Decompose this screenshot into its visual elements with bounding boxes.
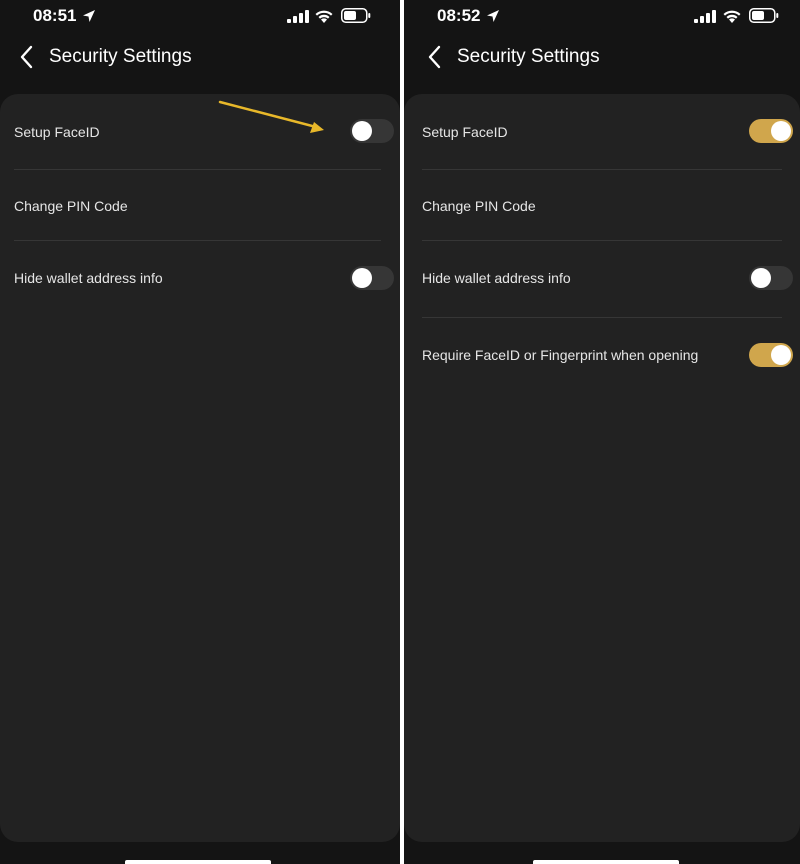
toggle-knob [771, 121, 791, 141]
location-icon [487, 10, 499, 22]
signal-icon [694, 10, 716, 23]
setting-row-hide-wallet-address[interactable]: Hide wallet address info [14, 241, 394, 317]
nav-bar: Security Settings [0, 34, 400, 84]
setting-label: Change PIN Code [422, 198, 536, 214]
phone-screen-left: 08:51 Security Settings Setup FaceID Cha… [0, 0, 400, 864]
faceid-toggle[interactable] [350, 119, 394, 143]
annotation-arrow [218, 100, 324, 133]
toggle-knob [352, 121, 372, 141]
setting-label: Setup FaceID [14, 124, 100, 140]
status-bar: 08:52 [404, 0, 800, 34]
home-indicator [125, 860, 271, 864]
settings-card: Setup FaceID Change PIN Code Hide wallet… [0, 94, 400, 842]
signal-icon [287, 10, 309, 23]
require-biometric-toggle[interactable] [749, 343, 793, 367]
chevron-left-icon[interactable] [424, 44, 448, 70]
battery-icon [341, 8, 371, 23]
toggle-knob [751, 268, 771, 288]
page-title: Security Settings [49, 46, 192, 67]
location-icon [83, 10, 95, 22]
toggle-knob [352, 268, 372, 288]
setting-label: Require FaceID or Fingerprint when openi… [422, 347, 699, 363]
page-title: Security Settings [457, 46, 600, 67]
setting-row-require-biometric[interactable]: Require FaceID or Fingerprint when openi… [422, 318, 793, 394]
settings-card: Setup FaceID Change PIN Code Hide wallet… [404, 94, 800, 842]
home-indicator [533, 860, 679, 864]
chevron-left-icon[interactable] [16, 44, 40, 70]
setting-label: Change PIN Code [14, 198, 128, 214]
status-time: 08:52 [437, 6, 481, 25]
wifi-icon [723, 10, 741, 23]
setting-label: Setup FaceID [422, 124, 508, 140]
status-bar: 08:51 [0, 0, 400, 34]
status-time: 08:51 [33, 6, 77, 25]
setting-row-setup-faceid[interactable]: Setup FaceID [422, 94, 793, 170]
setting-row-change-pin[interactable]: Change PIN Code [422, 170, 792, 240]
wifi-icon [315, 10, 333, 23]
setting-row-hide-wallet-address[interactable]: Hide wallet address info [422, 241, 793, 317]
setting-label: Hide wallet address info [14, 270, 163, 286]
faceid-toggle[interactable] [749, 119, 793, 143]
hide-address-toggle[interactable] [350, 266, 394, 290]
nav-bar: Security Settings [404, 34, 800, 84]
toggle-knob [771, 345, 791, 365]
setting-row-change-pin[interactable]: Change PIN Code [14, 170, 380, 240]
phone-screen-right: 08:52 Security Settings Setup FaceID Cha… [404, 0, 800, 864]
setting-label: Hide wallet address info [422, 270, 571, 286]
hide-address-toggle[interactable] [749, 266, 793, 290]
battery-icon [749, 8, 779, 23]
